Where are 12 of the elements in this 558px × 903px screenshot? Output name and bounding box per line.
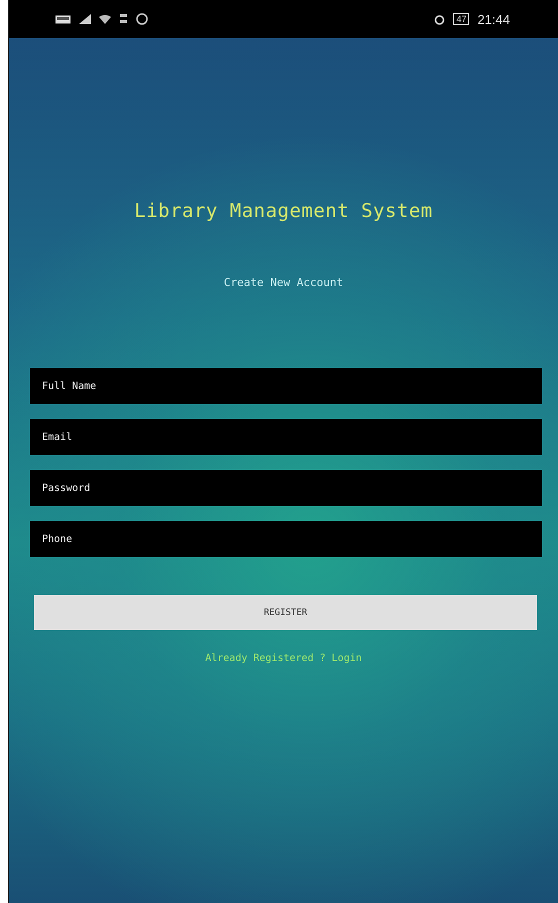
register-button[interactable]: REGISTER — [34, 595, 537, 630]
wifi-icon — [99, 14, 111, 24]
page-heading: Create New Account — [224, 276, 344, 289]
input-field[interactable]: Email — [30, 419, 542, 455]
input-field[interactable]: Password — [30, 470, 542, 506]
input-field[interactable]: Full Name — [30, 368, 542, 404]
input-field[interactable]: Phone — [30, 521, 542, 557]
clock: 21:44 — [477, 12, 510, 26]
app-title: Library Management System — [134, 200, 433, 222]
keyboard-icon — [55, 14, 71, 24]
battery-level: 47 — [453, 13, 470, 25]
signal-icon — [79, 14, 91, 24]
